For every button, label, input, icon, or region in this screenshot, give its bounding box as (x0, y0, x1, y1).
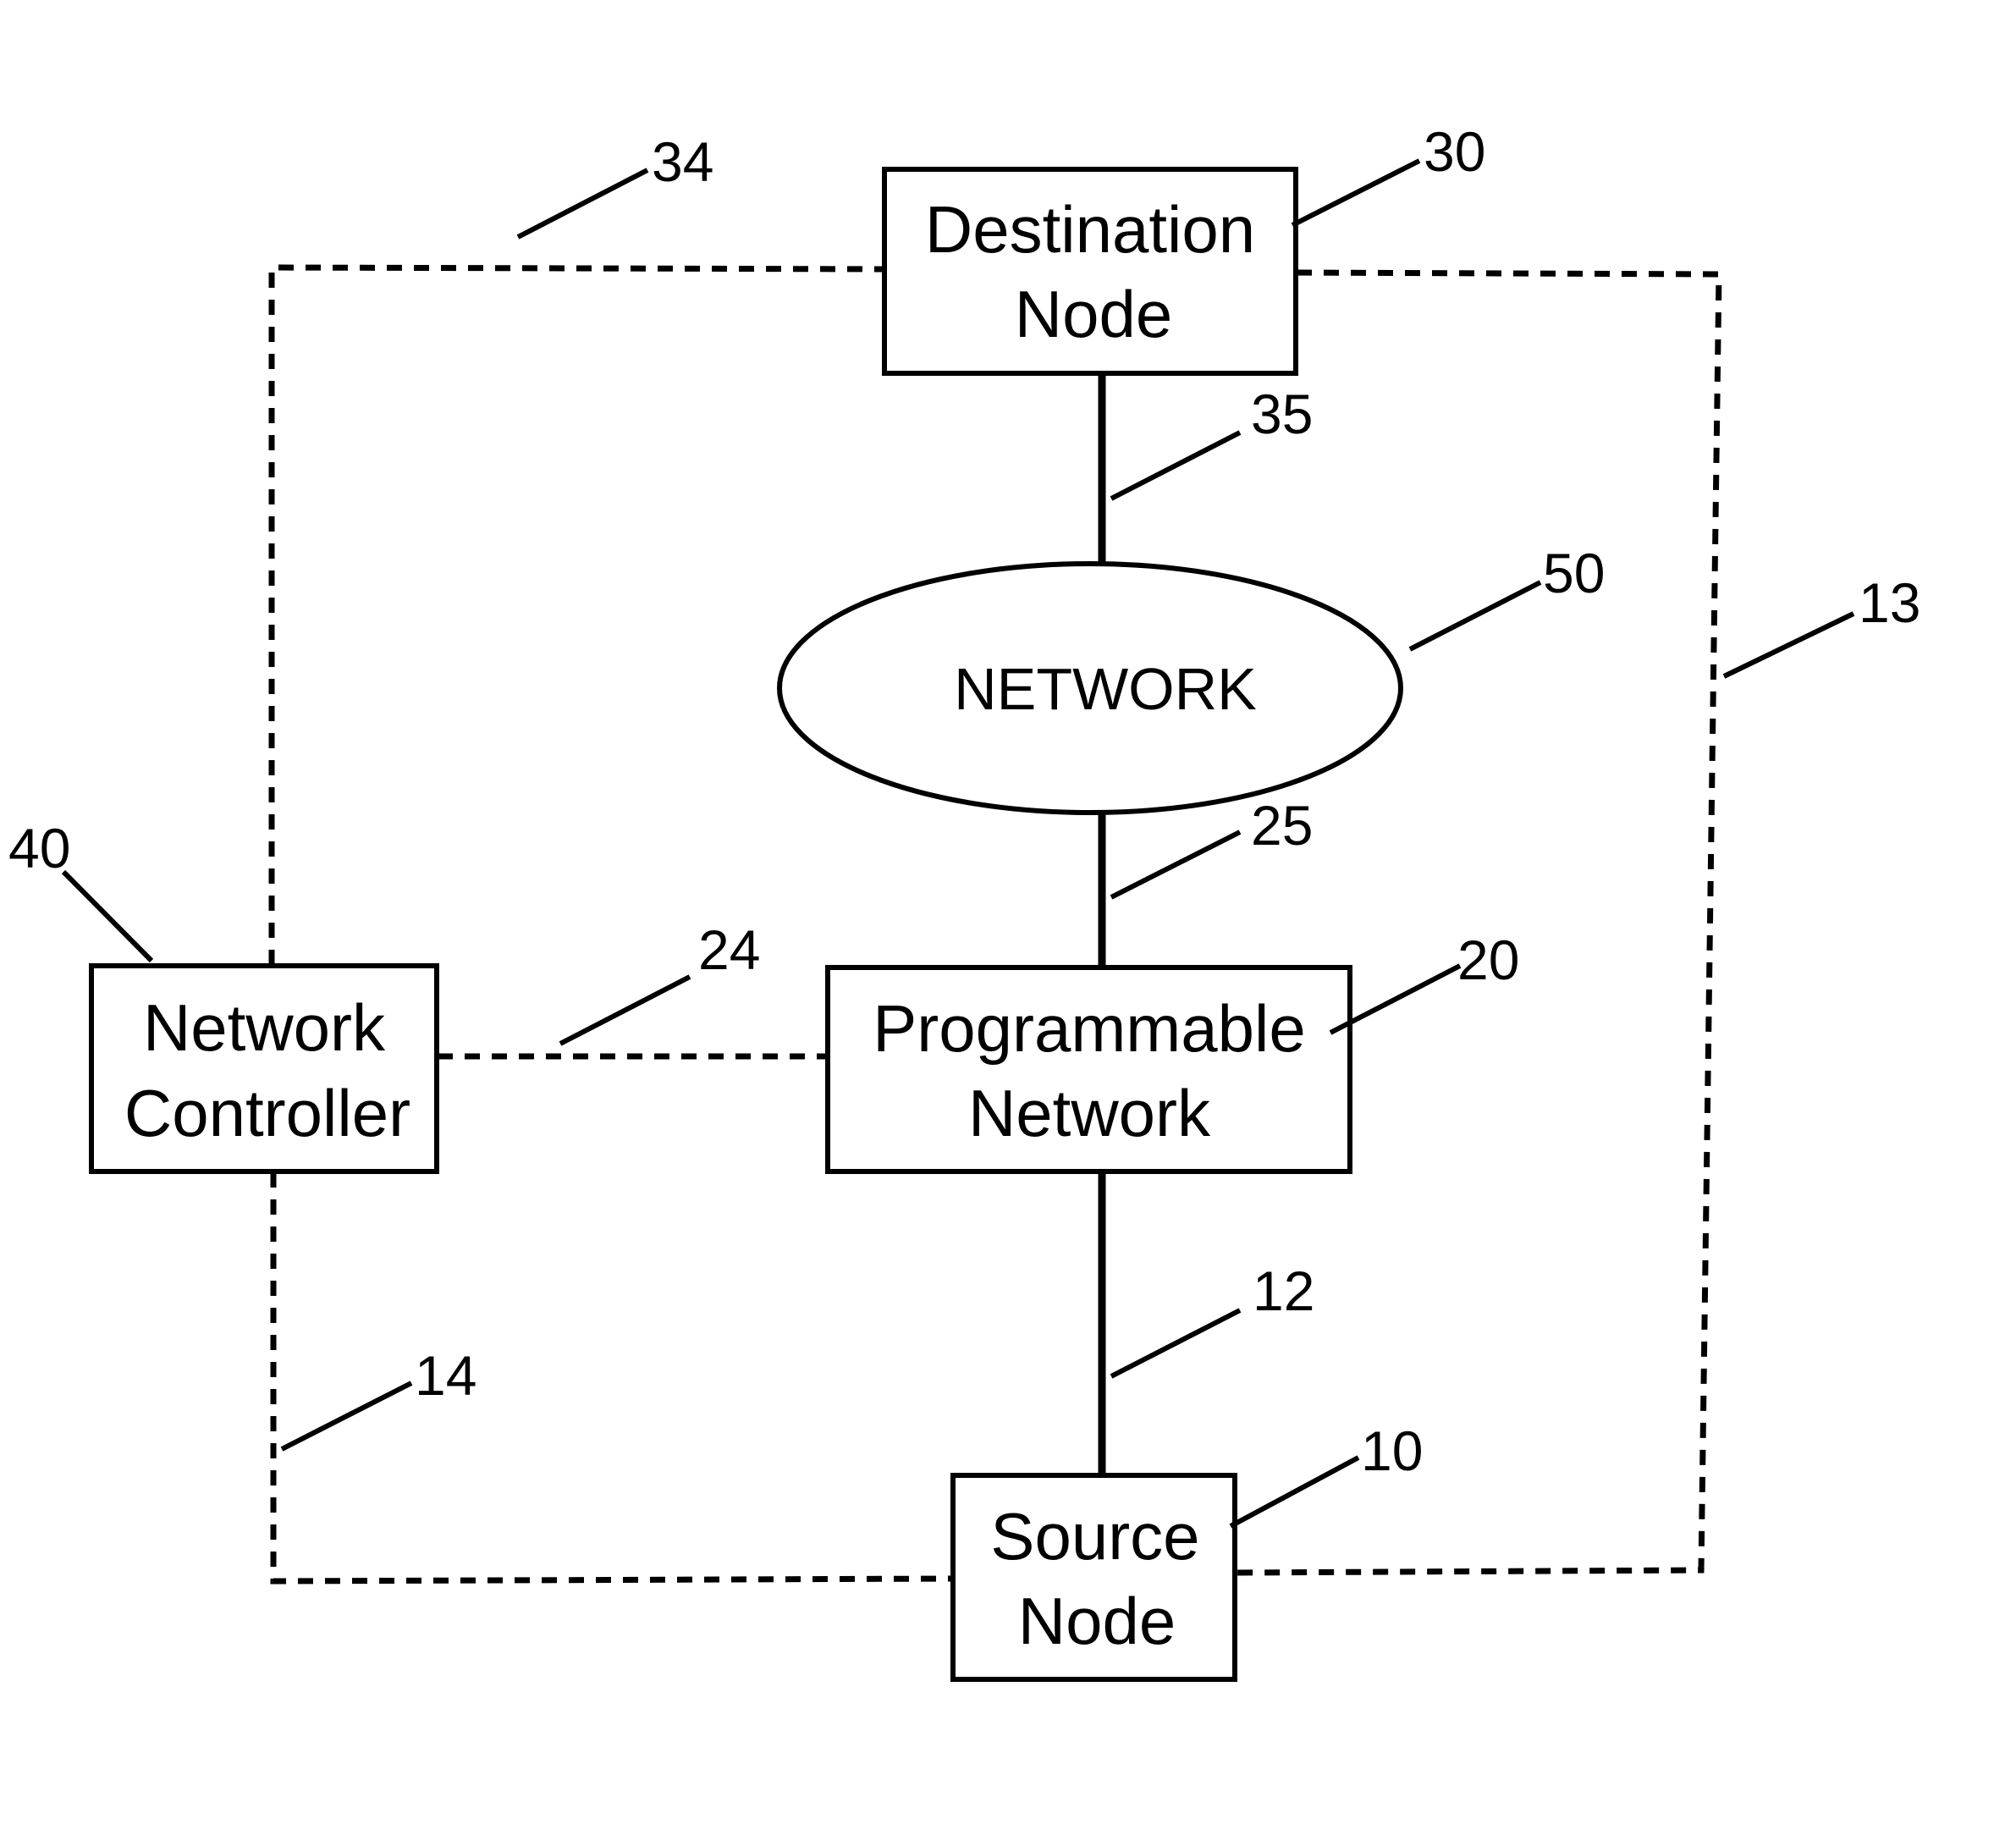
programmable-network-label-2: Network (968, 1076, 1211, 1150)
link-destination-source (1235, 269, 1722, 1576)
destination-node: Destination Node (882, 167, 1298, 376)
leader-50 (1408, 580, 1542, 652)
link-controller-source (270, 1172, 953, 1585)
programmable-network-label-1: Programmable (873, 991, 1306, 1066)
ref-12: 12 (1253, 1260, 1314, 1322)
leader-25 (1110, 830, 1242, 900)
network-controller-label-2: Controller (124, 1076, 410, 1150)
ref-10: 10 (1361, 1419, 1423, 1482)
ref-14: 14 (415, 1344, 476, 1407)
source-node: Source Node (950, 1473, 1237, 1682)
link-controller-destination (268, 264, 890, 965)
ref-25: 25 (1251, 794, 1313, 857)
network-controller-label-1: Network (143, 990, 386, 1065)
leader-14 (280, 1381, 413, 1452)
ref-50: 50 (1543, 542, 1605, 604)
ref-13: 13 (1859, 571, 1920, 634)
leader-40 (61, 869, 154, 963)
leader-24 (559, 974, 691, 1046)
leader-34 (516, 168, 649, 240)
ref-34: 34 (652, 130, 713, 193)
programmable-network-node: Programmable Network (825, 965, 1352, 1174)
network-diagram: Destination Node NETWORK Programmable Ne… (8, 120, 1920, 1682)
leader-13 (1722, 611, 1855, 679)
ref-30: 30 (1424, 120, 1485, 183)
leader-35 (1110, 430, 1242, 501)
leader-12 (1110, 1308, 1242, 1379)
leader-10 (1229, 1455, 1360, 1529)
ref-40: 40 (8, 817, 70, 879)
ref-24: 24 (698, 918, 760, 981)
network-controller-node: Network Controller (89, 963, 439, 1174)
ref-20: 20 (1457, 929, 1519, 991)
source-node-label-1: Source (990, 1499, 1199, 1574)
destination-node-label-1: Destination (925, 192, 1255, 267)
ref-35: 35 (1251, 383, 1313, 445)
network-label: NETWORK (954, 656, 1257, 722)
destination-node-label-2: Node (1015, 277, 1172, 351)
network-cloud: NETWORK (777, 561, 1403, 815)
leader-30 (1291, 158, 1421, 228)
source-node-label-2: Node (1018, 1584, 1176, 1658)
